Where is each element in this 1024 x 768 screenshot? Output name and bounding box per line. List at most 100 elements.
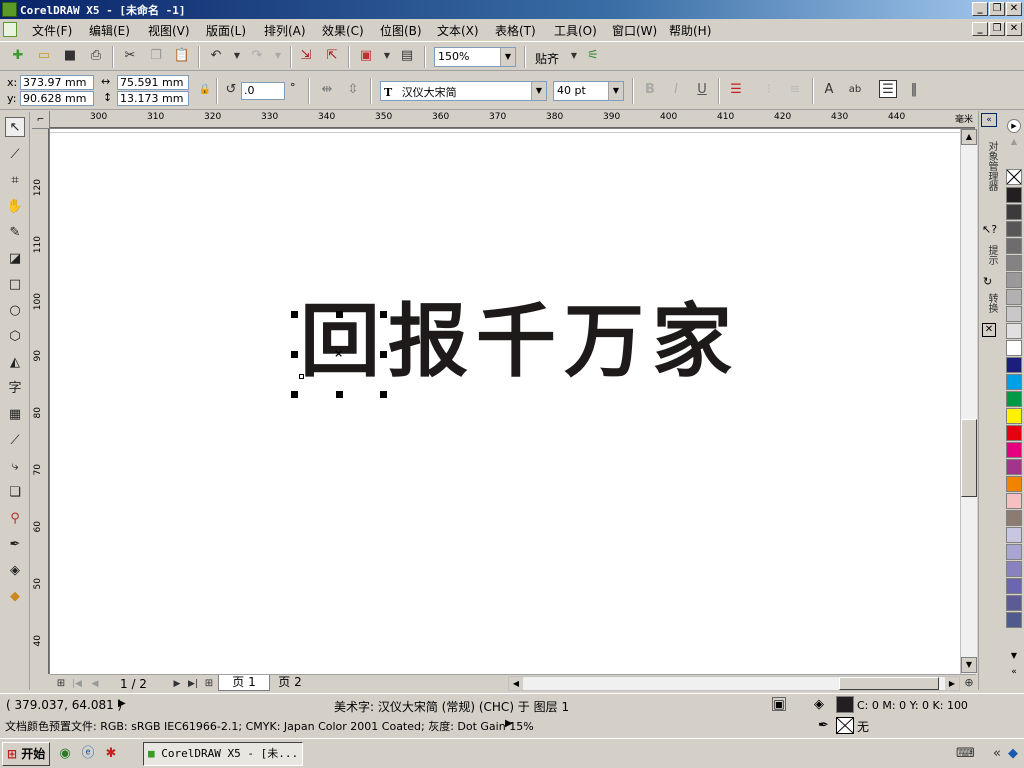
selection-handle[interactable] (380, 351, 387, 358)
pan-tool-icon[interactable]: ✋ (5, 197, 25, 217)
selection-handle[interactable] (380, 311, 387, 318)
color-swatch[interactable] (1006, 187, 1022, 203)
add-page-after-icon[interactable]: ⊞ (200, 675, 218, 693)
fill-tool-icon[interactable]: ◈ (5, 561, 25, 581)
ie-icon[interactable]: ⓔ (79, 745, 97, 763)
color-swatch[interactable] (1006, 408, 1022, 424)
ruler-origin[interactable]: ⌐ (32, 111, 50, 129)
italic-button[interactable]: I (667, 81, 685, 99)
character-formatting-icon[interactable]: A (820, 81, 838, 99)
freehand-tool-icon[interactable]: ✎ (5, 223, 25, 243)
hints-tab[interactable]: 提示 (981, 245, 999, 275)
selection-handle[interactable] (291, 311, 298, 318)
text-tool-icon[interactable]: 字 (5, 379, 25, 399)
transform-tab[interactable]: 转换 (981, 293, 999, 323)
undo-dropdown-icon[interactable]: ▼ (228, 47, 246, 65)
color-swatch[interactable] (1006, 510, 1022, 526)
ellipse-tool-icon[interactable]: ○ (5, 301, 25, 321)
palette-scroll-up-icon[interactable]: ▶ (1007, 119, 1021, 133)
launcher-dropdown-icon[interactable]: ▼ (378, 47, 396, 65)
polygon-tool-icon[interactable]: ⬡ (5, 327, 25, 347)
angle-field[interactable]: .0 (241, 82, 285, 100)
shape-tool-icon[interactable]: ⟋ (5, 145, 25, 165)
color-swatch[interactable] (1006, 544, 1022, 560)
width-field[interactable]: 75.591 mm (117, 75, 189, 90)
mirror-horizontal-icon[interactable]: ⇹ (318, 81, 336, 99)
scroll-up-icon[interactable]: ▲ (961, 129, 977, 145)
x-position-field[interactable]: 373.97 mm (20, 75, 94, 90)
palette-down-icon[interactable]: ▼ (1007, 651, 1021, 663)
menu-file[interactable]: 文件(F) (32, 22, 72, 39)
chevron-down-icon[interactable]: ▼ (608, 82, 623, 100)
bold-button[interactable]: B (641, 81, 659, 99)
page-tab-2[interactable]: 页 2 (270, 675, 310, 691)
underline-button[interactable]: U (693, 81, 711, 99)
undo-icon[interactable]: ↶ (207, 47, 225, 65)
start-button[interactable]: ⊞ 开始 (2, 742, 50, 766)
drop-cap-icon[interactable]: ≡ (786, 81, 804, 99)
edit-text-icon[interactable]: ab (846, 81, 864, 99)
menu-arrange[interactable]: 排列(A) (264, 22, 306, 39)
zoom-level-combo[interactable]: 150% ▼ (434, 47, 516, 67)
welcome-screen-icon[interactable]: ▤ (398, 47, 416, 65)
menu-edit[interactable]: 编辑(E) (89, 22, 130, 39)
doc-close-button[interactable]: ✕ (1006, 22, 1022, 36)
options-icon[interactable]: ⚟ (584, 47, 602, 65)
table-tool-icon[interactable]: ▦ (5, 405, 25, 425)
snap-dropdown-icon[interactable]: ▼ (565, 47, 583, 65)
color-swatch[interactable] (1006, 323, 1022, 339)
restore-button[interactable]: ❐ (989, 2, 1005, 16)
color-swatch[interactable] (1006, 459, 1022, 475)
drawing-canvas[interactable]: 回报千万家 × (50, 129, 960, 674)
horizontal-ruler[interactable]: 300 310 320 330 340 350 360 370 380 390 … (50, 111, 975, 129)
previous-page-icon[interactable]: ◀ (86, 675, 104, 693)
bullet-list-icon[interactable]: ⁝ (760, 81, 778, 99)
profile-expand-icon[interactable]: ▶ (505, 718, 513, 729)
minimize-button[interactable]: _ (972, 2, 988, 16)
rotate-icon[interactable]: ↺ (222, 81, 240, 99)
horizontal-scrollbar[interactable]: ◀ ▶ (508, 676, 960, 691)
print-icon[interactable]: ⎙ (87, 47, 105, 65)
no-color-swatch[interactable] (1006, 169, 1022, 185)
menu-help[interactable]: 帮助(H) (669, 22, 711, 39)
menu-text[interactable]: 文本(X) (437, 22, 479, 39)
color-swatch[interactable] (1006, 561, 1022, 577)
zoom-navigator-icon[interactable]: ⊕ (960, 674, 978, 692)
outline-none-swatch[interactable] (836, 717, 854, 734)
palette-expand-icon[interactable]: « (1007, 667, 1021, 681)
selection-handle[interactable] (380, 391, 387, 398)
color-swatch[interactable] (1006, 340, 1022, 356)
quicklaunch-icon[interactable]: ✱ (102, 745, 120, 763)
coreldraw-task-button[interactable]: ■ CorelDRAW X5 - [未... (143, 742, 303, 766)
selection-handle[interactable] (291, 351, 298, 358)
close-docker-icon[interactable]: ✕ (982, 323, 996, 337)
color-swatch[interactable] (1006, 289, 1022, 305)
first-page-icon[interactable]: |◀ (68, 675, 86, 693)
connector-tool-icon[interactable]: ⤷ (5, 457, 25, 477)
save-icon[interactable]: ■ (61, 47, 79, 65)
page-tab-1[interactable]: 页 1 (218, 675, 270, 691)
color-swatch[interactable] (1006, 578, 1022, 594)
document-icon[interactable] (3, 22, 17, 37)
center-marker-icon[interactable]: × (334, 347, 343, 360)
color-swatch[interactable] (1006, 476, 1022, 492)
transform-icon[interactable]: ↻ (983, 275, 992, 288)
y-position-field[interactable]: 90.628 mm (20, 91, 94, 106)
height-field[interactable]: 13.173 mm (117, 91, 189, 106)
color-swatch[interactable] (1006, 204, 1022, 220)
scroll-thumb[interactable] (839, 677, 939, 690)
open-folder-icon[interactable]: ▭ (35, 47, 53, 65)
doc-minimize-button[interactable]: _ (972, 22, 988, 36)
color-swatch[interactable] (1006, 493, 1022, 509)
color-swatch[interactable] (1006, 306, 1022, 322)
snap-to-button[interactable]: 贴齐 (535, 50, 559, 67)
export-icon[interactable]: ⇱ (323, 47, 341, 65)
basic-shapes-tool-icon[interactable]: ◭ (5, 353, 25, 373)
menu-layout[interactable]: 版面(L) (206, 22, 246, 39)
scroll-thumb[interactable] (961, 419, 977, 497)
pick-tool-icon[interactable]: ↖ (5, 117, 25, 137)
selection-handle[interactable] (336, 311, 343, 318)
horizontal-text-icon[interactable]: ☰ (879, 80, 897, 98)
color-swatch[interactable] (1006, 221, 1022, 237)
color-swatch[interactable] (1006, 612, 1022, 628)
